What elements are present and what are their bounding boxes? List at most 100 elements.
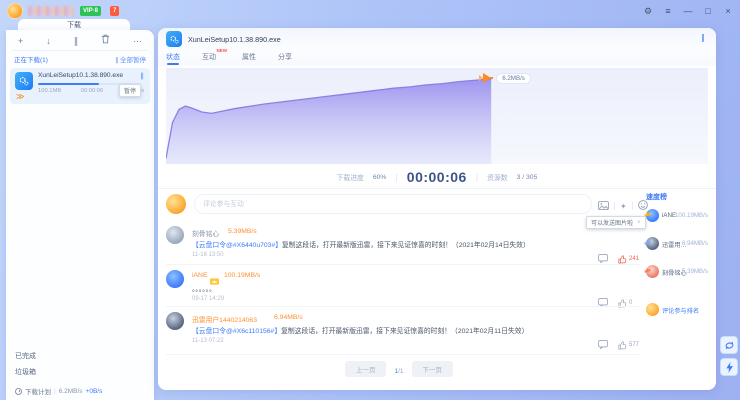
new-badge: NEW <box>217 48 228 53</box>
task-header: XunLeiSetup10.1.38.890.exe ∥ <box>158 28 716 50</box>
tab-share[interactable]: 分享 <box>278 52 292 62</box>
leaderboard-title: 速度榜 <box>646 192 708 202</box>
more-button[interactable]: ··· <box>133 34 142 48</box>
commenter-avatar <box>166 226 184 244</box>
tooltip-close-icon[interactable]: × <box>637 220 641 226</box>
my-avatar <box>646 303 659 316</box>
new-task-button[interactable]: + <box>18 34 23 48</box>
comment-date: 11-16 13:50 <box>192 252 224 258</box>
rank1-speed: 100.19MB/s <box>675 212 708 219</box>
leaderboard-join-row: 评论参与排名 <box>646 302 708 318</box>
reply-icon[interactable] <box>598 294 608 312</box>
refresh-icon <box>724 340 735 351</box>
reply-icon[interactable] <box>598 250 608 268</box>
comment-text: 。。。。。。 <box>192 283 602 293</box>
pause-tooltip: 暂停 <box>119 84 141 97</box>
my-avatar <box>166 194 186 214</box>
menu-icon[interactable]: ≡ <box>660 6 676 16</box>
maximize-button[interactable]: □ <box>700 6 716 16</box>
commenter-name: 迅雷用户1440214063 <box>192 314 257 324</box>
speed-chart-svg <box>166 68 708 164</box>
start-all-button[interactable]: ↓ <box>46 34 51 48</box>
boost-float-button[interactable] <box>720 358 738 376</box>
item-time: 00:00:06 <box>81 88 104 94</box>
sticker-icon[interactable]: ✦ <box>620 202 627 211</box>
level-badge: 7 <box>110 6 119 16</box>
reply-icon[interactable] <box>598 336 608 354</box>
app-window: VIP·8 7 ⚙ ≡ — □ × 下载 + ↓ ∥ ··· 正在下载(1) ∥… <box>0 0 740 400</box>
resources-label: 资源数 <box>487 172 507 182</box>
delete-button[interactable] <box>101 34 110 48</box>
main-panel: XunLeiSetup10.1.38.890.exe ∥ 状态 互动NEW 属性… <box>158 28 716 390</box>
divider <box>158 188 716 189</box>
task-pause-button[interactable]: ∥ <box>701 33 706 42</box>
divider <box>12 50 148 51</box>
minimize-button[interactable]: — <box>680 6 696 16</box>
sidebar-toolbar: + ↓ ∥ ··· <box>6 34 154 48</box>
task-filename: XunLeiSetup10.1.38.890.exe <box>188 35 281 44</box>
commenter-speed: 5.39MB/s <box>228 228 257 235</box>
exe-file-icon <box>15 72 33 90</box>
comment-text: 【云盘口令@#X6c110156#】复制这段话，打开最新版迅雷，接下来见证惊喜的… <box>192 325 602 335</box>
commenter-name: 刻骨铭心 <box>192 228 219 238</box>
plan-delta: +0B/s <box>86 388 103 395</box>
plan-clock-icon <box>15 388 22 395</box>
commenter-speed: 6.94MB/s <box>274 314 303 321</box>
current-speed-marker: 6.2MB/s <box>479 73 531 84</box>
like-count: 577 <box>629 342 639 348</box>
comment-date: 09-17 14:29 <box>192 296 224 302</box>
sidebar-item-completed[interactable]: 已完成 <box>6 350 154 364</box>
next-page-button[interactable]: 下一页 <box>412 361 454 377</box>
progress-label: 下载进度 <box>337 172 364 182</box>
user-avatar[interactable] <box>7 3 23 19</box>
speed-leaderboard: 速度榜 iANE 100.19MB/s 迅雷用户… 6.94MB/s 刻骨铭心 … <box>646 192 708 202</box>
download-sidebar: + ↓ ∥ ··· 正在下载(1) ∥ 全部暂停 XunLeiSetup10.1… <box>6 30 154 400</box>
like-button[interactable]: 577 <box>618 341 639 350</box>
pagination: 上一页 1/1 下一页 <box>158 360 640 378</box>
commenter-name: iANE <box>192 272 208 279</box>
plan-speed: 6.2MB/s <box>59 388 83 395</box>
bolt-icon <box>725 362 734 373</box>
resources-value: 3 / 305 <box>517 174 538 181</box>
speedup-icon: ≫ <box>16 92 24 101</box>
settings-icon[interactable]: ⚙ <box>640 6 656 17</box>
comment-input[interactable] <box>194 194 592 214</box>
download-item[interactable]: XunLeiSetup10.1.38.890.exe ∥ 100.1MB 00:… <box>10 68 150 104</box>
vip-badge: VIP·8 <box>80 6 101 16</box>
elapsed-time: 00:00:06 <box>407 169 467 185</box>
pause-button[interactable]: ∥ <box>74 34 79 48</box>
download-item-name: XunLeiSetup10.1.38.890.exe <box>38 72 136 79</box>
close-button[interactable]: × <box>720 6 736 16</box>
vip-crown-badge-icon <box>210 272 219 279</box>
comment-date: 11-13 07:22 <box>192 338 224 344</box>
tab-status[interactable]: 状态 <box>166 52 180 62</box>
sidebar-item-trash[interactable]: 垃圾箱 <box>6 366 154 380</box>
divider <box>166 306 640 307</box>
download-plan-status[interactable]: 下载计划 | 6.2MB/s +0B/s <box>15 386 102 396</box>
commenter-speed: 100.19MB/s <box>224 272 260 279</box>
prev-page-button[interactable]: 上一页 <box>345 361 387 377</box>
image-feature-tooltip: 可以发送图片啦 × <box>586 216 646 229</box>
stats-row: 下载进度 60% | 00:00:06 | 资源数 3 / 305 <box>158 166 716 188</box>
commenter-avatar <box>166 312 184 330</box>
leaderboard-entry: 刻骨铭心 5.39MB/s <box>646 264 708 280</box>
image-icon[interactable] <box>598 197 609 215</box>
divider <box>166 264 640 265</box>
refresh-float-button[interactable] <box>720 336 738 354</box>
tab-interact[interactable]: 互动NEW <box>202 52 216 62</box>
exe-file-icon <box>166 31 182 47</box>
tab-properties[interactable]: 属性 <box>242 52 256 62</box>
detail-tabs: 状态 互动NEW 属性 分享 <box>158 50 716 66</box>
divider <box>166 354 640 355</box>
plan-label: 下载计划 <box>25 386 51 396</box>
like-button[interactable]: 241 <box>618 255 639 264</box>
downloading-header: 正在下载(1) <box>14 54 48 64</box>
commenter-avatar <box>166 270 184 288</box>
rank2-speed: 6.94MB/s <box>682 240 708 247</box>
like-count: 241 <box>629 256 639 262</box>
join-ranking-link[interactable]: 评论参与排名 <box>662 306 699 315</box>
item-pause-button[interactable]: ∥ <box>141 72 146 80</box>
item-size: 100.1MB <box>38 88 61 94</box>
pause-all-button[interactable]: ∥ 全部暂停 <box>115 54 146 64</box>
current-speed-label: 6.2MB/s <box>496 73 531 84</box>
